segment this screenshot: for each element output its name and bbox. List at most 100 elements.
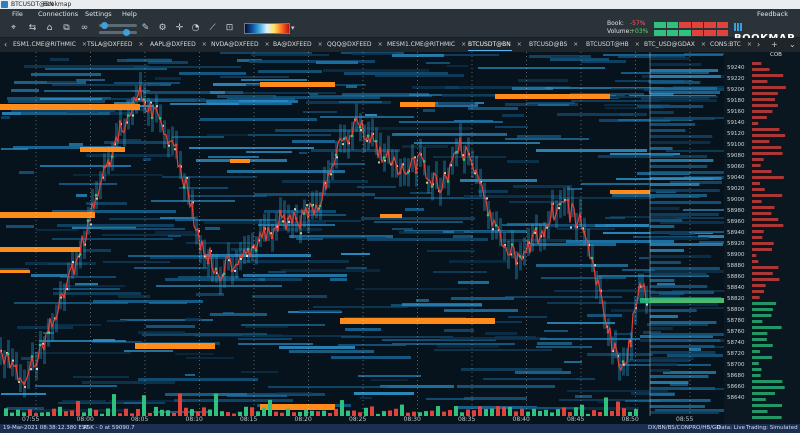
- cob-bid-bar: [752, 374, 761, 377]
- liquidity-streak: [346, 267, 367, 269]
- liquidity-streak: [544, 330, 568, 332]
- menu-settings[interactable]: Settings: [85, 9, 112, 19]
- crosshair-icon[interactable]: ⌖: [8, 23, 19, 34]
- cob-ask-bar: [752, 284, 766, 287]
- liquidity-streak: [426, 62, 450, 64]
- app-name: Bookmap: [43, 1, 72, 8]
- book-level: [650, 219, 683, 222]
- tab-aapl[interactable]: AAPL@DXFEED ×: [150, 38, 207, 52]
- close-icon[interactable]: ×: [573, 41, 578, 48]
- share-icon[interactable]: ⇆: [27, 23, 38, 34]
- liquidity-streak: [53, 292, 141, 295]
- time-label: 08:25: [349, 416, 367, 423]
- heatmap-color-scale[interactable]: [244, 23, 290, 34]
- liquidity-streak: [567, 390, 668, 392]
- liquidity-streak: [162, 176, 257, 178]
- close-icon[interactable]: ×: [138, 41, 143, 48]
- liquidity-streak: [371, 379, 408, 381]
- layers-icon[interactable]: ⧉: [61, 23, 72, 34]
- cob-ask-bar: [752, 146, 782, 149]
- trade-dot: [254, 249, 258, 252]
- liquidity-streak: [200, 118, 317, 121]
- close-icon[interactable]: ×: [461, 41, 466, 48]
- close-icon[interactable]: ×: [378, 41, 383, 48]
- heat-hotspot: [330, 173, 332, 176]
- trade-dot: [310, 204, 314, 207]
- trade-dot: [454, 151, 458, 154]
- add-tab-icon[interactable]: +: [771, 38, 778, 52]
- heat-hotspot: [12, 359, 14, 362]
- trade-dot: [438, 190, 442, 194]
- close-icon[interactable]: ×: [202, 41, 207, 48]
- heat-hotspot: [384, 159, 386, 162]
- tab-esm1[interactable]: ESM1.CME@RITHMIC ×: [13, 38, 87, 52]
- target-icon[interactable]: ✛: [174, 23, 185, 34]
- cob-ask-bar: [752, 194, 783, 197]
- liquidity-streak: [76, 194, 87, 197]
- tab-btc-usd-gdax[interactable]: BTC_USD@GDAX ×: [644, 38, 706, 52]
- tab-qqq[interactable]: QQQ@DXFEED ×: [327, 38, 383, 52]
- chart-icon[interactable]: ⟋: [207, 23, 218, 34]
- heatmap-svg[interactable]: [0, 52, 724, 416]
- tab-scroll-right-icon[interactable]: ›: [757, 38, 760, 52]
- cob-ask-bar: [752, 218, 779, 221]
- price-label: 58880: [727, 263, 745, 269]
- book-level: [650, 153, 674, 156]
- chevron-down-icon[interactable]: ▾: [291, 24, 295, 32]
- menu-connections[interactable]: Connections: [38, 9, 78, 19]
- heatmap-chart[interactable]: [0, 52, 724, 416]
- book-volume-info: Book: -57% Volume: +03%: [607, 20, 648, 36]
- timer-icon[interactable]: ◔: [190, 23, 201, 34]
- book-level: [650, 405, 705, 408]
- liquidity-streak: [62, 285, 125, 287]
- heatmap-slider-bottom[interactable]: [99, 29, 137, 36]
- close-icon[interactable]: ×: [701, 41, 706, 48]
- liquidity-streak: [47, 81, 77, 83]
- tag-icon[interactable]: ⌂: [44, 23, 55, 34]
- tab-btcusd-bs[interactable]: BTCUSD@BS ×: [529, 38, 578, 52]
- link-icon[interactable]: ∞: [79, 23, 90, 34]
- volume-bar: [58, 406, 62, 416]
- trade-dot: [358, 125, 362, 129]
- tab-nvda[interactable]: NVDA@DXFEED ×: [211, 38, 270, 52]
- tab-list-chevron-icon[interactable]: ⌄: [789, 38, 796, 52]
- liquidity-streak: [179, 187, 228, 189]
- liquidity-streak: [309, 93, 318, 95]
- close-icon[interactable]: ×: [318, 41, 323, 48]
- price-label: 58960: [727, 219, 745, 225]
- book-level: [650, 285, 708, 288]
- cob-bid-bar: [752, 350, 760, 353]
- volume-bar: [190, 409, 194, 416]
- settings-icon[interactable]: ⚙: [157, 23, 168, 34]
- close-icon[interactable]: ×: [635, 41, 640, 48]
- heat-hotspot: [168, 144, 170, 147]
- price-axis[interactable]: 59240 59220 59200 59180 59160 59140 59120 59100…: [724, 52, 752, 424]
- trade-dot: [86, 219, 90, 223]
- trade-dot: [606, 330, 610, 334]
- feedback-link[interactable]: Feedback: [757, 9, 788, 19]
- menu-file[interactable]: File: [12, 9, 23, 19]
- close-icon[interactable]: ×: [747, 41, 752, 48]
- tab-scroll-left-icon[interactable]: ‹: [4, 38, 7, 52]
- lock-icon[interactable]: ⊡: [224, 23, 235, 34]
- liquidity-streak: [341, 253, 370, 255]
- volume-bar: [28, 409, 32, 416]
- status-datetime: 19-Mar-2021 08:38:12.380 EST: [3, 425, 89, 431]
- book-level: [650, 327, 673, 330]
- tab-btcusdt-hb[interactable]: BTCUSDT@HB ×: [586, 38, 640, 52]
- tab-mesm1[interactable]: MESM1.CME@RITHMIC ×: [387, 38, 466, 52]
- volume-bar: [4, 408, 8, 416]
- tab-tsla[interactable]: TSLA@DXFEED ×: [87, 38, 143, 52]
- heatmap-slider-top[interactable]: [99, 22, 137, 29]
- tab-btcusdt-bn[interactable]: BTCUSDT@BN ×: [468, 38, 522, 52]
- close-icon[interactable]: ×: [265, 41, 270, 48]
- pencil-icon[interactable]: ✎: [140, 23, 151, 34]
- liquidity-streak: [434, 349, 552, 351]
- tab-ba[interactable]: BA@DXFEED ×: [273, 38, 323, 52]
- close-icon[interactable]: ×: [517, 41, 522, 48]
- liquidity-streak: [508, 316, 547, 318]
- menu-help[interactable]: Help: [122, 9, 137, 19]
- trade-dot: [550, 202, 554, 206]
- tab-cons-btc[interactable]: CONS:BTC ×: [710, 38, 752, 52]
- cob-ask-bar: [752, 278, 780, 281]
